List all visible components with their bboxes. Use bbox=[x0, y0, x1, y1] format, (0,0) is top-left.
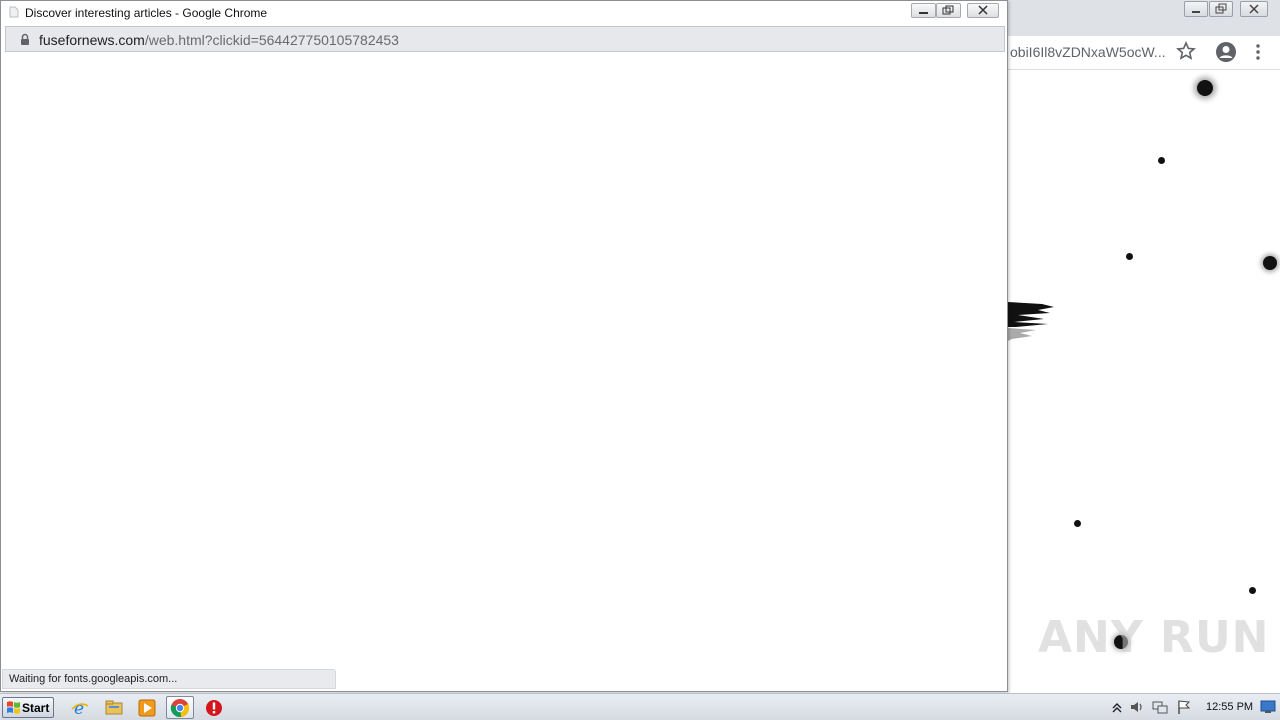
internet-explorer-icon[interactable]: e bbox=[70, 698, 90, 718]
watermark: ANY RUN bbox=[1038, 612, 1270, 663]
account-icon[interactable] bbox=[1215, 41, 1237, 63]
media-player-icon[interactable] bbox=[137, 698, 157, 718]
tray-expand-icon[interactable] bbox=[1109, 699, 1125, 715]
network-icon[interactable] bbox=[1152, 699, 1168, 715]
chrome-taskbar-button[interactable] bbox=[166, 696, 194, 719]
maximize-button[interactable] bbox=[936, 3, 961, 18]
svg-text:e: e bbox=[74, 699, 84, 718]
action-center-flag-icon[interactable] bbox=[1176, 699, 1192, 715]
dot bbox=[1249, 587, 1256, 594]
bg-close-button[interactable] bbox=[1240, 1, 1268, 17]
start-label: Start bbox=[22, 701, 50, 715]
start-button[interactable]: Start bbox=[2, 697, 54, 718]
bookmark-star-icon[interactable] bbox=[1176, 41, 1196, 61]
windows-logo-icon bbox=[7, 701, 20, 714]
address-bar[interactable]: fusefornews.com/web.html?clickid=5644277… bbox=[5, 26, 1005, 52]
blurred-dot bbox=[1197, 80, 1213, 96]
window-title: Discover interesting articles - Google C… bbox=[25, 6, 268, 20]
dot bbox=[1158, 157, 1165, 164]
file-explorer-icon[interactable] bbox=[104, 698, 124, 718]
bg-minimize-button[interactable] bbox=[1184, 1, 1208, 17]
popup-titlebar[interactable]: Discover interesting articles - Google C… bbox=[1, 1, 1007, 25]
close-icon bbox=[978, 5, 988, 15]
streak-artifact bbox=[1008, 302, 1054, 341]
restore-icon bbox=[1215, 3, 1227, 14]
bg-address-text[interactable]: obiI6Il8vZDNxaW5ocW... bbox=[1010, 44, 1166, 60]
clock[interactable]: 12:55 PM bbox=[1206, 701, 1253, 713]
volume-icon[interactable] bbox=[1129, 699, 1145, 715]
show-desktop-icon[interactable] bbox=[1260, 700, 1276, 714]
url-text[interactable]: fusefornews.com/web.html?clickid=5644277… bbox=[39, 32, 399, 48]
stop-sign-icon[interactable] bbox=[204, 698, 224, 718]
dot bbox=[1126, 253, 1133, 260]
dot bbox=[1074, 520, 1081, 527]
popup-chrome-window: Discover interesting articles - Google C… bbox=[0, 0, 1008, 692]
taskbar: Start e 12:55 PM bbox=[0, 693, 1280, 720]
menu-kebab-icon[interactable] bbox=[1250, 43, 1266, 61]
lock-icon bbox=[21, 33, 29, 45]
minimize-icon bbox=[919, 12, 928, 14]
page-content bbox=[2, 53, 1006, 690]
status-bubble: Waiting for fonts.googleapis.com... bbox=[2, 669, 336, 689]
close-button[interactable] bbox=[967, 3, 999, 18]
close-icon bbox=[1249, 4, 1259, 14]
url-path: /web.html?clickid=564427750105782453 bbox=[144, 32, 399, 48]
minimize-icon bbox=[1192, 11, 1200, 13]
minimize-button[interactable] bbox=[911, 3, 936, 18]
bg-restore-button[interactable] bbox=[1209, 1, 1233, 17]
chrome-icon bbox=[170, 699, 190, 717]
page-favicon-icon bbox=[9, 6, 19, 18]
url-host: fusefornews.com bbox=[39, 32, 145, 48]
restore-icon bbox=[942, 5, 954, 15]
blurred-dot bbox=[1263, 256, 1277, 270]
system-tray bbox=[1106, 694, 1280, 720]
